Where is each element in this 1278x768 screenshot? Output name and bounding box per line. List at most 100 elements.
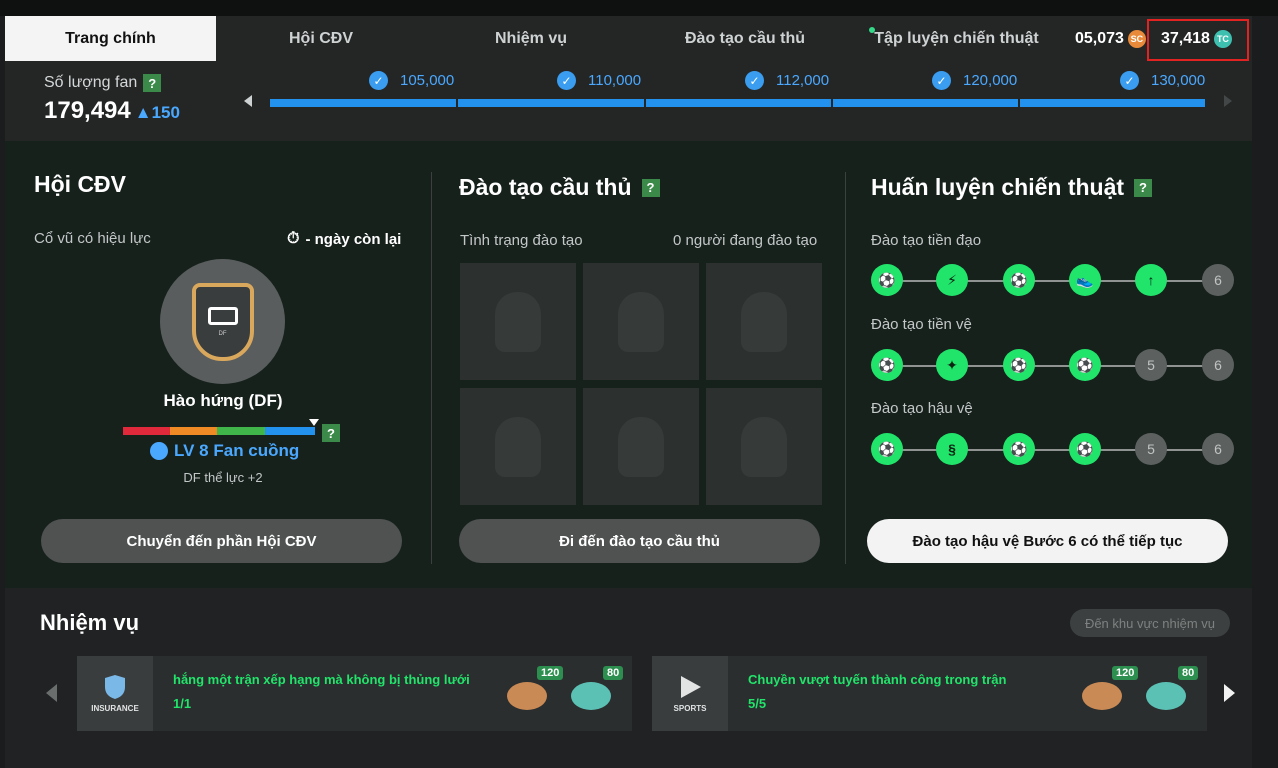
sc-currency: 05,073 SC <box>1075 16 1146 61</box>
goto-player-training-button[interactable]: Đi đến đào tạo cầu thủ <box>459 519 820 563</box>
midfield-step-4-icon: ⚽ <box>1069 349 1101 381</box>
days-left-text: - ngày còn lại <box>305 230 402 248</box>
training-slot[interactable] <box>460 388 576 505</box>
check-icon: ✓ <box>557 71 576 90</box>
fan-count-bar: Số lượng fan ? 179,494 ▲150 ✓ 105,000 ✓ 11… <box>5 61 1252 141</box>
forward-step-6: 6 <box>1202 264 1234 296</box>
missions-next-arrow-icon[interactable] <box>1224 684 1235 702</box>
sc-reward-amount: 120 <box>1112 666 1139 680</box>
defense-step-2-icon: § <box>936 433 968 465</box>
training-slot[interactable] <box>706 263 822 380</box>
milestone-value: 110,000 <box>588 72 642 89</box>
highlight-box <box>1147 19 1249 61</box>
training-slot[interactable] <box>583 388 699 505</box>
progress-segment <box>1020 99 1205 107</box>
mission-card[interactable]: SPORTS Chuyền vượt tuyến thành công tron… <box>652 656 1207 731</box>
mood-bar-blue <box>265 427 315 435</box>
column-divider <box>845 172 846 564</box>
sc-reward-icon <box>1082 682 1122 710</box>
training-slot[interactable] <box>460 263 576 380</box>
shield-icon: DF <box>191 282 254 361</box>
fan-level: LV 8 Fan cuồng <box>150 441 299 461</box>
help-icon[interactable]: ? <box>143 74 162 92</box>
tab-missions[interactable]: Nhiệm vụ <box>426 16 636 61</box>
tab-home[interactable]: Trang chính <box>5 16 216 61</box>
defense-step-5: 5 <box>1135 433 1167 465</box>
midfield-training-label: Đào tạo tiền vệ <box>871 316 972 333</box>
tactics-title-text: Huấn luyện chiến thuật <box>871 174 1125 200</box>
forward-training-label: Đào tạo tiền đạo <box>871 232 982 249</box>
tc-reward-icon <box>1146 682 1186 710</box>
tab-tactical-training[interactable]: Tập luyện chiến thuật <box>869 16 1044 61</box>
milestone-prev-arrow-icon[interactable] <box>244 95 252 107</box>
triangle-logo-icon <box>681 676 701 698</box>
forward-step-2-icon: ⚡ <box>936 264 968 296</box>
sc-reward-amount: 120 <box>537 666 564 680</box>
defense-step-3-icon: ⚽ <box>1003 433 1035 465</box>
fan-count-value: 179,494 ▲150 <box>44 97 180 125</box>
progress-segment <box>833 99 1018 107</box>
column-divider <box>431 172 432 564</box>
progress-segment <box>270 99 456 107</box>
milestone-4: ✓ 120,000 <box>932 71 1017 90</box>
fan-delta: ▲150 <box>134 103 180 122</box>
mood-bar-orange <box>170 427 217 435</box>
missions-prev-arrow-icon[interactable] <box>46 684 57 702</box>
midfield-step-5: 5 <box>1135 349 1167 381</box>
goto-fan-club-button[interactable]: Chuyển đến phần Hội CĐV <box>41 519 402 563</box>
check-icon: ✓ <box>932 71 951 90</box>
tab-fan-club[interactable]: Hội CĐV <box>216 16 426 61</box>
top-margin <box>0 0 1278 16</box>
player-silhouette-icon <box>741 416 787 477</box>
milestone-value: 130,000 <box>1151 72 1206 89</box>
buff-label: Cổ vũ có hiệu lực <box>34 230 151 247</box>
mood-marker-icon <box>309 419 319 426</box>
badge-label: DF <box>218 330 227 337</box>
smiley-icon <box>150 442 168 460</box>
tactics-title: Huấn luyện chiến thuật ? <box>871 174 1153 201</box>
goto-missions-button[interactable]: Đến khu vực nhiệm vụ <box>1070 609 1230 637</box>
check-icon: ✓ <box>1120 71 1139 90</box>
sc-reward-icon <box>507 682 547 710</box>
mission-card[interactable]: INSURANCE hắng một trận xếp hạng mà khôn… <box>77 656 632 731</box>
fan-badge: DF <box>160 259 285 384</box>
training-title: Đào tạo cầu thủ ? <box>459 174 660 201</box>
fan-club-title-text: Hội CĐV <box>34 171 126 197</box>
forward-step-3-icon: ⚽ <box>1003 264 1035 296</box>
fan-level-text: LV 8 Fan cuồng <box>174 441 300 460</box>
check-icon: ✓ <box>369 71 388 90</box>
continue-defense-training-button[interactable]: Đào tạo hậu vệ Bước 6 có thể tiếp tục <box>867 519 1228 563</box>
player-silhouette-icon <box>618 291 664 352</box>
milestone-value: 105,000 <box>400 72 455 89</box>
training-slot[interactable] <box>706 388 822 505</box>
stopwatch-icon: ⏱ <box>287 230 300 247</box>
missions-title: Nhiệm vụ <box>40 610 140 635</box>
milestone-next-arrow-icon[interactable] <box>1224 95 1232 107</box>
player-silhouette-icon <box>741 291 787 352</box>
training-status-label: Tình trạng đào tạo <box>460 232 583 249</box>
help-icon[interactable]: ? <box>1134 178 1153 197</box>
player-silhouette-icon <box>495 291 541 352</box>
tc-reward-amount: 80 <box>1178 666 1199 680</box>
days-left: ⏱ - ngày còn lại <box>287 230 401 248</box>
midfield-step-6: 6 <box>1202 349 1234 381</box>
help-icon[interactable]: ? <box>322 424 340 442</box>
check-icon: ✓ <box>745 71 764 90</box>
tab-player-training[interactable]: Đào tạo cầu thủ <box>636 16 854 61</box>
training-slot[interactable] <box>583 263 699 380</box>
milestone-value: 112,000 <box>776 72 830 89</box>
mood-bar-green <box>217 427 265 435</box>
top-navigation: Trang chính Hội CĐV Nhiệm vụ Đào tạo cầu… <box>5 16 1252 61</box>
tc-reward-icon <box>571 682 611 710</box>
defense-step-4-icon: ⚽ <box>1069 433 1101 465</box>
midfield-step-2-icon: ✦ <box>936 349 968 381</box>
fan-count-label: Số lượng fan ? <box>44 74 162 92</box>
mission-logo-text: INSURANCE <box>91 704 139 713</box>
shield-globe-icon <box>105 675 125 699</box>
sc-coin-icon: SC <box>1127 29 1146 48</box>
player-silhouette-icon <box>618 416 664 477</box>
mission-description: Chuyền vượt tuyến thành công trong trận <box>748 672 1007 687</box>
help-icon[interactable]: ? <box>641 178 660 197</box>
player-silhouette-icon <box>495 416 541 477</box>
mission-progress: 5/5 <box>748 696 767 711</box>
